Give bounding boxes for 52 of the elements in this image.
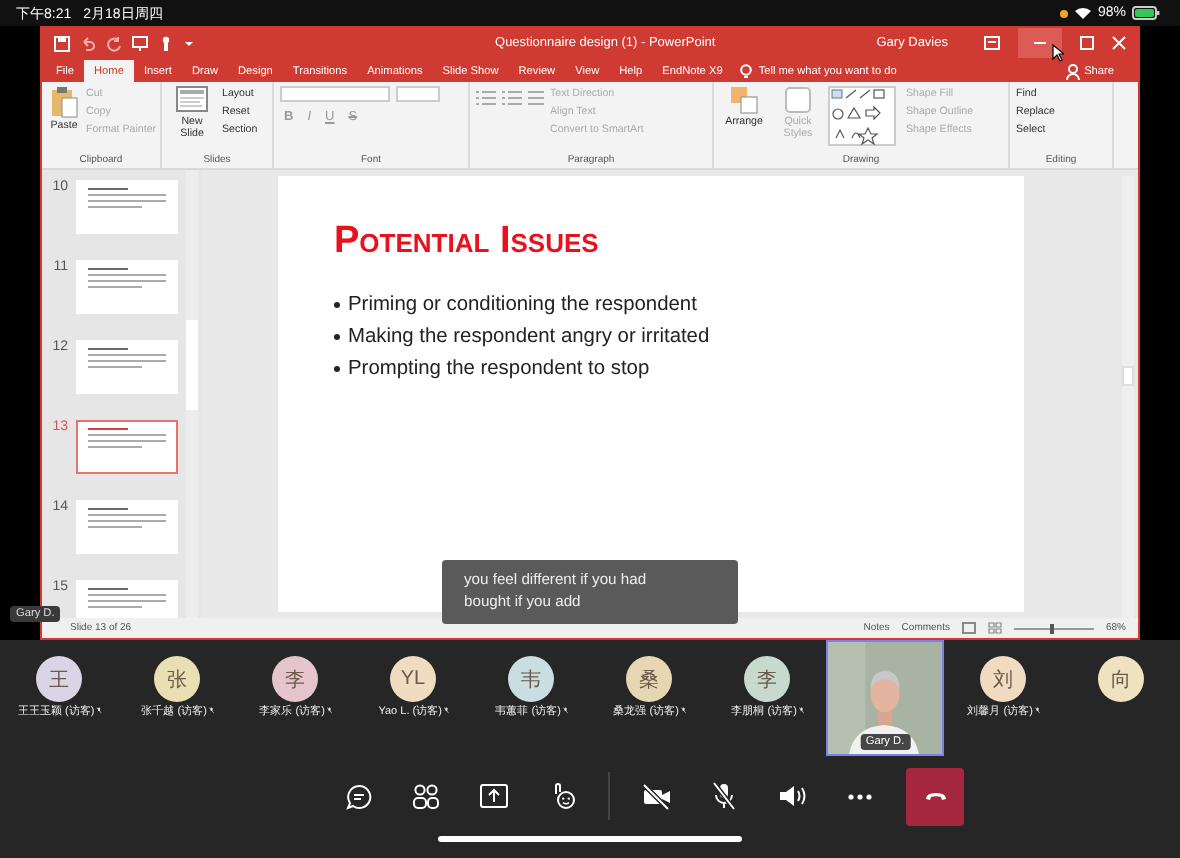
bullet-text: Prompting the respondent to stop <box>348 357 650 379</box>
maximize-icon[interactable] <box>1080 36 1094 50</box>
avatar: YL <box>390 656 436 702</box>
slideshow-icon[interactable] <box>132 35 148 51</box>
scrollbar[interactable] <box>186 170 198 618</box>
bullet-text: Priming or conditioning the respondent <box>348 293 697 315</box>
slide-thumbnail[interactable] <box>76 180 178 234</box>
avatar: 王 <box>36 656 82 702</box>
font-size-field[interactable] <box>396 86 440 102</box>
bullet-text: Making the respondent angry or irritated <box>348 325 710 347</box>
save-icon[interactable] <box>54 35 70 51</box>
speaker-icon <box>778 784 806 808</box>
slide-title: Potential Issues <box>334 220 601 264</box>
scrollbar[interactable] <box>1122 176 1134 618</box>
undo-icon[interactable] <box>80 35 96 51</box>
slide-thumbnail[interactable] <box>76 580 178 618</box>
slide-thumbnail[interactable] <box>76 500 178 554</box>
people-icon <box>412 783 440 809</box>
more-icon <box>848 793 872 799</box>
phone-icon <box>923 790 947 802</box>
font-name-field[interactable] <box>280 86 390 102</box>
slide-thumbnail[interactable] <box>76 420 178 474</box>
share-screen-icon <box>480 784 508 808</box>
normal-view-icon[interactable] <box>961 622 976 634</box>
avatar: 韦 <box>508 656 554 702</box>
avatar: 李 <box>272 656 318 702</box>
lightbulb-icon <box>740 63 753 79</box>
recording-dot-icon <box>1059 9 1068 17</box>
chat-icon <box>345 783 371 809</box>
shapes-gallery-drawing[interactable] <box>828 86 896 146</box>
redo-icon[interactable] <box>106 35 122 51</box>
mouse-pointer-icon <box>1052 44 1064 62</box>
avatar: 李 <box>744 656 790 702</box>
wifi-icon <box>1073 6 1092 20</box>
avatar: 向 <box>1098 656 1144 702</box>
touch-mode-icon[interactable] <box>158 35 174 51</box>
battery-icon <box>1132 6 1160 20</box>
slide-thumbnail[interactable] <box>76 340 178 394</box>
camera-icon <box>641 783 671 809</box>
bullet-icon <box>334 365 340 371</box>
avatar: 桑 <box>626 656 672 702</box>
minimize-icon[interactable] <box>1018 28 1062 58</box>
microphone-icon <box>712 782 736 810</box>
avatar: 刘 <box>980 656 1026 702</box>
leave-call-button[interactable] <box>906 767 964 825</box>
bullet-icon <box>334 301 340 307</box>
reactions-icon <box>549 782 575 810</box>
ribbon-options-icon[interactable] <box>984 36 1000 50</box>
close-icon[interactable] <box>1112 36 1126 50</box>
avatar: 张 <box>154 656 200 702</box>
bullet-icon <box>334 333 340 339</box>
slide-thumbnail[interactable] <box>76 260 178 314</box>
